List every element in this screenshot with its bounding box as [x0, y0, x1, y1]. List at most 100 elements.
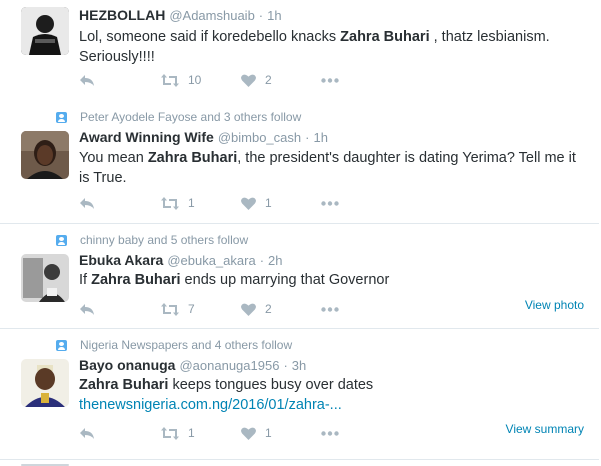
retweet-icon [161, 73, 179, 87]
avatar[interactable] [21, 359, 69, 407]
retweet-icon [161, 426, 179, 440]
text-part: You mean [79, 150, 148, 166]
more-button[interactable] [321, 77, 339, 83]
like-count: 1 [265, 196, 272, 210]
avatar[interactable] [21, 7, 69, 55]
username[interactable]: @bimbo_cash [218, 130, 301, 145]
like-count: 2 [265, 302, 272, 316]
fullname[interactable]: HEZBOLLAH [79, 7, 165, 23]
separator-dot: · [259, 253, 265, 268]
more-icon [321, 430, 339, 436]
like-count: 2 [265, 73, 272, 87]
tweet[interactable]: chinny baby and 5 others follow Ebuka Ak… [0, 224, 599, 329]
avatar[interactable] [21, 254, 69, 302]
reply-button[interactable] [79, 74, 161, 87]
avatar-image [21, 7, 69, 55]
avatar-image [21, 359, 69, 407]
username[interactable]: @ebuka_akara [167, 253, 255, 268]
tweet-next-partial[interactable] [0, 460, 599, 466]
username[interactable]: @Adamshuaib [169, 8, 254, 23]
heart-icon [241, 197, 256, 210]
retweet-count: 1 [188, 426, 195, 440]
social-context: Nigeria Newspapers and 4 others follow [54, 337, 292, 353]
person-follow-icon [56, 234, 67, 246]
separator-dot: · [258, 8, 264, 23]
reply-icon [80, 197, 94, 209]
separator-dot: · [305, 130, 310, 145]
like-button[interactable]: 1 [241, 426, 321, 440]
reply-icon [80, 74, 94, 86]
text-part: Lol, someone said if koredebello knacks [79, 29, 341, 45]
fullname[interactable]: Award Winning Wife [79, 129, 214, 145]
tweet-text: You mean Zahra Buhari, the president's d… [79, 148, 579, 188]
retweet-count: 7 [188, 302, 195, 316]
retweet-button[interactable]: 7 [161, 302, 241, 316]
heart-icon [241, 74, 256, 87]
highlight-text: Zahra Buhari [340, 29, 430, 45]
timestamp[interactable]: 3h [292, 358, 306, 373]
more-icon [321, 77, 339, 83]
tweet-header: Ebuka Akara @ebuka_akara · 2h [79, 252, 283, 272]
avatar-image [21, 131, 69, 179]
tweet-header: HEZBOLLAH @Adamshuaib · 1h [79, 7, 282, 27]
more-button[interactable] [321, 430, 339, 436]
tweet[interactable]: HEZBOLLAH @Adamshuaib · 1h Lol, someone … [0, 0, 599, 102]
more-icon [321, 306, 339, 312]
highlight-text: Zahra Buhari [91, 272, 181, 288]
tweet-actions: 1 1 [79, 423, 579, 443]
tweet-text: If Zahra Buhari ends up marrying that Go… [79, 270, 579, 290]
retweet-icon [161, 302, 179, 316]
retweet-button[interactable]: 1 [161, 426, 241, 440]
text-part: If [79, 272, 92, 288]
tweet-actions: 1 1 [79, 193, 579, 213]
person-follow-icon [56, 339, 67, 351]
text-part: keeps tongues busy over dates [168, 377, 374, 393]
retweet-button[interactable]: 1 [161, 196, 241, 210]
tweet-text: Zahra Buhari keeps tongues busy over dat… [79, 375, 579, 415]
reply-button[interactable] [79, 427, 161, 440]
more-button[interactable] [321, 200, 339, 206]
retweet-button[interactable]: 10 [161, 73, 241, 87]
like-count: 1 [265, 426, 272, 440]
retweet-count: 1 [188, 196, 195, 210]
social-context-text[interactable]: chinny baby and 5 others follow [80, 233, 248, 247]
tweet-actions: 10 2 [79, 70, 579, 90]
timeline: HEZBOLLAH @Adamshuaib · 1h Lol, someone … [0, 0, 601, 466]
more-icon [321, 200, 339, 206]
highlight-text: Zahra Buhari [147, 150, 238, 166]
tweet-actions: 7 2 [79, 299, 579, 319]
heart-icon [241, 427, 256, 440]
fullname[interactable]: Bayo onanuga [79, 357, 175, 373]
social-context: Peter Ayodele Fayose and 3 others follow [54, 109, 301, 125]
tweet-header: Award Winning Wife @bimbo_cash · 1h [79, 129, 328, 149]
reply-icon [80, 303, 94, 315]
reply-icon [80, 427, 94, 439]
like-button[interactable]: 2 [241, 73, 321, 87]
reply-button[interactable] [79, 197, 161, 210]
timestamp[interactable]: 2h [268, 253, 282, 268]
reply-button[interactable] [79, 303, 161, 316]
timestamp[interactable]: 1h [313, 130, 327, 145]
heart-icon [241, 303, 256, 316]
avatar-image [21, 254, 69, 302]
username[interactable]: @aonanuga1956 [179, 358, 279, 373]
social-context-text[interactable]: Peter Ayodele Fayose and 3 others follow [80, 110, 301, 124]
more-button[interactable] [321, 306, 339, 312]
tweet-text: Lol, someone said if koredebello knacks … [79, 27, 579, 67]
timestamp[interactable]: 1h [267, 8, 281, 23]
retweet-count: 10 [188, 73, 202, 87]
avatar[interactable] [21, 131, 69, 179]
social-context: chinny baby and 5 others follow [54, 232, 248, 248]
like-button[interactable]: 1 [241, 196, 321, 210]
like-button[interactable]: 2 [241, 302, 321, 316]
social-context-text[interactable]: Nigeria Newspapers and 4 others follow [80, 338, 292, 352]
separator-dot: · [283, 358, 288, 373]
article-link[interactable]: thenewsnigeria.com.ng/2016/01/zahra-... [79, 397, 342, 413]
highlight-text: Zahra Buhari [79, 377, 169, 393]
tweet-header: Bayo onanuga @aonanuga1956 · 3h [79, 357, 306, 377]
fullname[interactable]: Ebuka Akara [79, 252, 163, 268]
tweet[interactable]: Nigeria Newspapers and 4 others follow B… [0, 329, 599, 460]
retweet-icon [161, 196, 179, 210]
person-follow-icon [56, 111, 67, 123]
tweet[interactable]: Peter Ayodele Fayose and 3 others follow… [0, 101, 599, 224]
